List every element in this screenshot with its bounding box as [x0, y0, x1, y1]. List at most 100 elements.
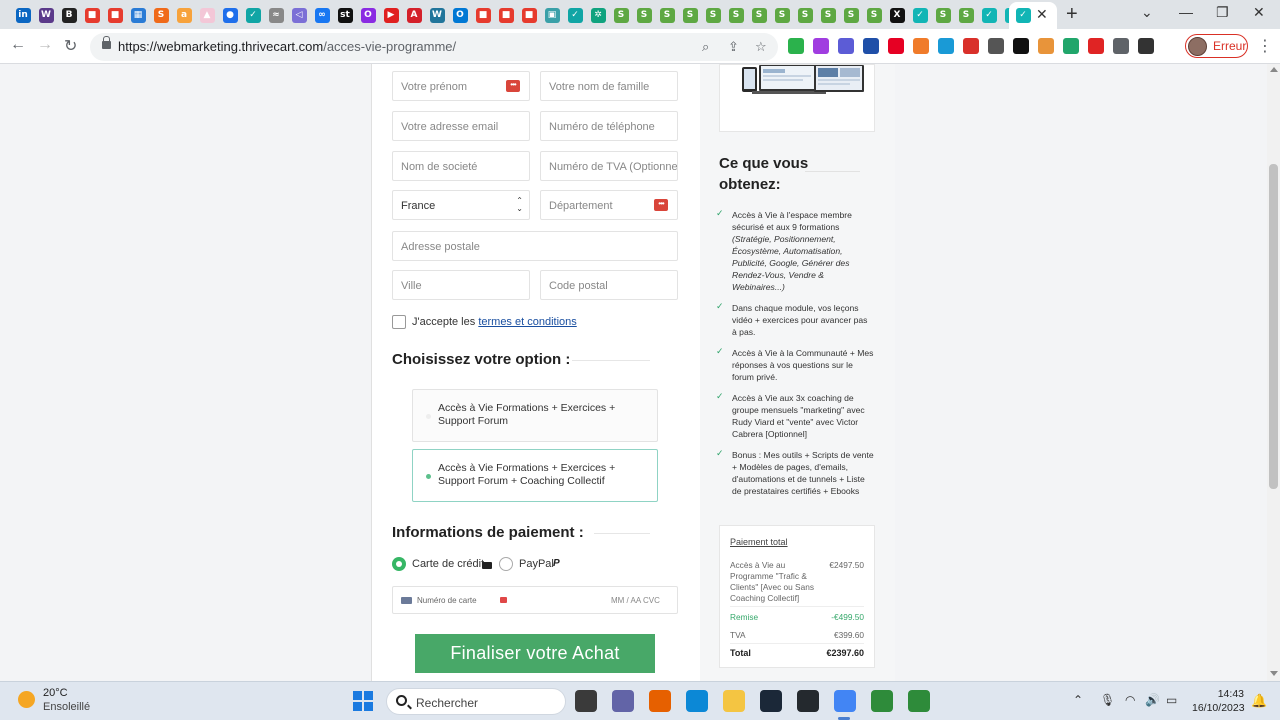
minimize-button[interactable]: — [1179, 4, 1193, 20]
menu-icon[interactable]: ⋮ [1257, 36, 1273, 56]
browser-tab[interactable]: S [151, 5, 171, 25]
url-text[interactable]: https://webmarketing.thrivecart.com/acce… [118, 39, 456, 54]
browser-tab[interactable]: ■ [473, 5, 493, 25]
back-icon[interactable]: ← [10, 36, 26, 54]
share-icon[interactable]: ⇪ [728, 39, 739, 55]
browser-tab[interactable]: S [726, 5, 746, 25]
country-select[interactable]: France ⌃ ⌄ [392, 190, 530, 220]
company-field[interactable]: Nom de societé [392, 151, 530, 181]
browser-tab[interactable]: in [13, 5, 33, 25]
browser-tab[interactable]: ✓ [979, 5, 999, 25]
browser-tab[interactable]: ≈ [266, 5, 286, 25]
browser-tab[interactable]: ◁ [289, 5, 309, 25]
email-field[interactable]: Votre adresse email [392, 111, 530, 141]
card-number-field[interactable]: Numéro de carte MM / AA CVC [392, 586, 678, 614]
browser-tab[interactable]: ✓ [565, 5, 585, 25]
forward-icon[interactable]: → [37, 36, 53, 54]
lock-icon[interactable] [102, 36, 111, 49]
browser-tab[interactable]: W [427, 5, 447, 25]
wifi-icon[interactable]: ◠ [1125, 693, 1135, 707]
address-bar[interactable]: https://webmarketing.thrivecart.com/acce… [90, 33, 778, 61]
browser-tab[interactable]: ■ [105, 5, 125, 25]
browser-tab[interactable]: ∞ [312, 5, 332, 25]
active-tab[interactable]: ✓ [1009, 2, 1057, 29]
scroll-thumb[interactable] [1269, 164, 1278, 489]
microphone-icon[interactable]: 🎙 [1100, 693, 1115, 707]
notification-bell-icon[interactable]: 🔔 [1251, 693, 1267, 709]
profile-button[interactable]: Erreur [1185, 34, 1248, 58]
chrome-icon[interactable] [834, 690, 856, 712]
edge-icon[interactable] [686, 690, 708, 712]
option-radio[interactable] [426, 474, 431, 479]
phone-field[interactable]: Numéro de téléphone [540, 111, 678, 141]
browser-tab[interactable]: ■ [82, 5, 102, 25]
puzzle-icon[interactable] [1113, 38, 1129, 54]
browser-tab[interactable]: S [841, 5, 861, 25]
browser-tab[interactable]: ✲ [588, 5, 608, 25]
red-dots-icon[interactable] [963, 38, 979, 54]
volume-icon[interactable]: 🔊 [1145, 693, 1160, 707]
scroll-down-arrow-icon[interactable] [1270, 671, 1278, 676]
postal-code-field[interactable]: Code postal [540, 270, 678, 300]
last-name-field[interactable]: Votre nom de famille [540, 71, 678, 101]
browser-tab[interactable]: ▶ [381, 5, 401, 25]
autofill-dots-icon[interactable] [500, 597, 507, 603]
browser-tab[interactable]: S [956, 5, 976, 25]
autofill-dots-icon[interactable]: ••• [654, 199, 668, 211]
off-icon[interactable] [988, 38, 1004, 54]
first-name-field[interactable]: Votre prénom ••• [392, 71, 530, 101]
new-tab-button[interactable]: + [1066, 3, 1078, 26]
battery-icon[interactable]: ▭ [1166, 693, 1177, 707]
browser-tab[interactable]: ▲ [197, 5, 217, 25]
feedly-icon[interactable] [788, 38, 804, 54]
page-scrollbar[interactable] [1267, 64, 1280, 681]
globe-icon[interactable] [1038, 38, 1054, 54]
bookmark-star-icon[interactable]: ☆ [755, 39, 767, 55]
browser-tab[interactable]: O [358, 5, 378, 25]
sidebar-icon[interactable] [1138, 38, 1154, 54]
close-window-button[interactable]: ✕ [1253, 4, 1265, 21]
clock[interactable]: 14:43 16/10/2023 [1192, 687, 1245, 715]
green-c-icon[interactable] [871, 690, 893, 712]
browser-tab[interactable]: W [36, 5, 56, 25]
terms-checkbox[interactable] [392, 315, 406, 329]
browser-tab[interactable]: S [795, 5, 815, 25]
browser-tab[interactable]: S [657, 5, 677, 25]
zoom-icon[interactable]: ⌕ [702, 39, 709, 55]
browser-tab[interactable]: ▣ [542, 5, 562, 25]
browser-tab[interactable]: S [749, 5, 769, 25]
browser-tab[interactable]: ✓ [243, 5, 263, 25]
browser-tab[interactable]: ■ [519, 5, 539, 25]
browser-tab[interactable]: B [59, 5, 79, 25]
browser-tab[interactable]: S [634, 5, 654, 25]
browser-tab[interactable]: S [680, 5, 700, 25]
option-forum[interactable]: Accès à Vie Formations + Exercices + Sup… [412, 389, 658, 442]
gear-blue-icon[interactable] [838, 38, 854, 54]
browser-tab[interactable]: ✓ [910, 5, 930, 25]
scroll-up-arrow-icon[interactable] [1270, 67, 1278, 72]
browser-tab[interactable]: X [887, 5, 907, 25]
red-shield-icon[interactable] [1088, 38, 1104, 54]
steam-icon[interactable] [760, 690, 782, 712]
green-circle-icon[interactable] [1063, 38, 1079, 54]
browser-tab[interactable]: ■ [496, 5, 516, 25]
option-radio[interactable] [426, 414, 431, 419]
browser-tab[interactable]: S [818, 5, 838, 25]
browser-tab[interactable]: ▦ [128, 5, 148, 25]
browser-tab[interactable]: A [404, 5, 424, 25]
terms-link[interactable]: termes et conditions [478, 316, 576, 328]
browser-tab[interactable]: O [450, 5, 470, 25]
browser-tab[interactable]: S [772, 5, 792, 25]
autofill-dots-icon[interactable]: ••• [506, 80, 520, 92]
address-field[interactable]: Adresse postale [392, 231, 678, 261]
vat-field[interactable]: Numéro de TVA (Optionnel) [540, 151, 678, 181]
windows-start-icon[interactable] [353, 691, 373, 711]
maximize-button[interactable]: ❐ [1216, 4, 1229, 21]
browser-tab[interactable]: ● [220, 5, 240, 25]
temperature[interactable]: 20°C [43, 687, 68, 699]
browser-tab[interactable]: S [703, 5, 723, 25]
chevron-up-icon[interactable]: ⌃ [1073, 693, 1083, 707]
file-explorer-dark-icon[interactable] [575, 690, 597, 712]
github-icon[interactable] [797, 690, 819, 712]
alien-icon[interactable] [863, 38, 879, 54]
